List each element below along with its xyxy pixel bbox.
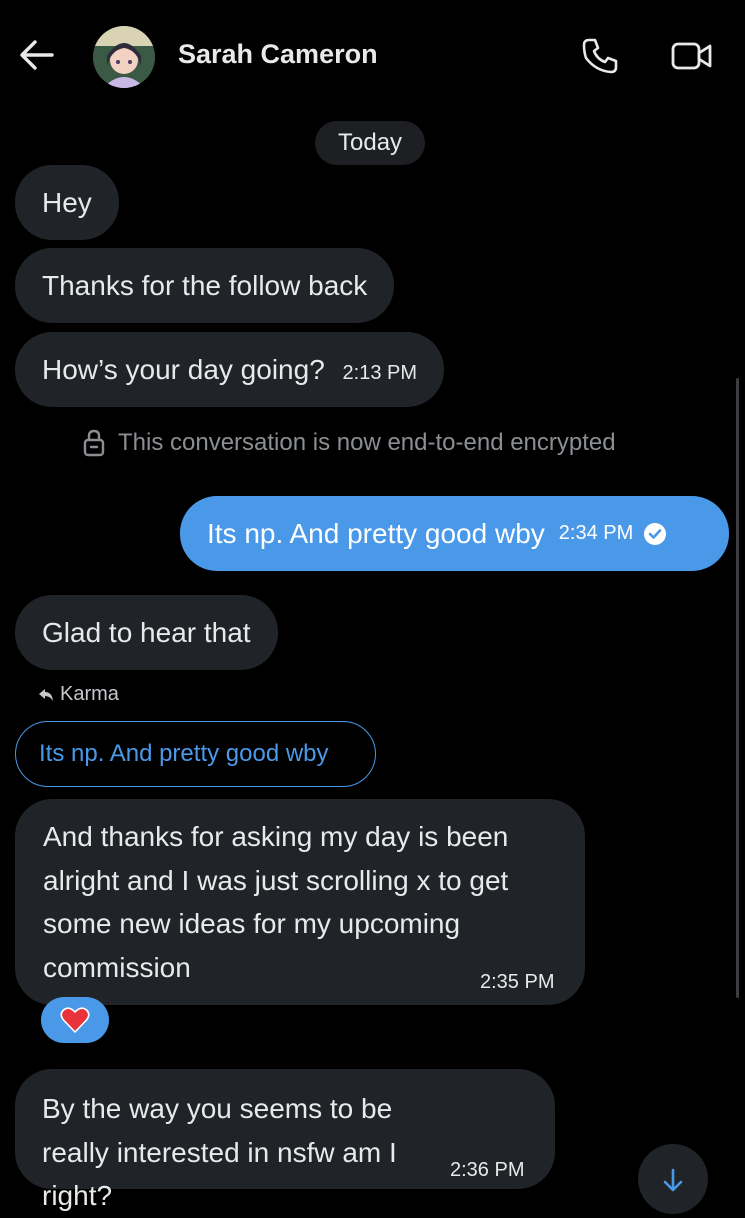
message-bubble-incoming[interactable]: And thanks for asking my day is been alr… <box>15 799 585 1005</box>
avatar-image <box>93 26 155 88</box>
reply-arrow-icon <box>39 688 53 701</box>
encryption-notice-text: This conversation is now end-to-end encr… <box>118 429 616 456</box>
call-button[interactable] <box>580 36 620 76</box>
reply-label: Karma <box>38 683 119 706</box>
message-time: 2:36 PM <box>450 1159 525 1181</box>
contact-name[interactable]: Sarah Cameron <box>178 39 378 70</box>
check-circle-icon <box>644 522 667 545</box>
message-bubble-incoming[interactable]: Hey <box>15 165 119 240</box>
message-text: Thanks for the follow back <box>42 270 368 301</box>
reaction-badge[interactable]: ❤️ <box>41 997 109 1043</box>
arrow-left-icon <box>20 40 54 70</box>
message-text: Its np. And pretty good wby <box>207 518 545 549</box>
video-camera-icon <box>671 42 712 70</box>
message-time: 2:34 PM <box>558 522 634 544</box>
lock-icon <box>83 429 105 457</box>
message-bubble-outgoing[interactable]: Its np. And pretty good wby 2:34 PM <box>180 496 729 571</box>
scrollbar[interactable] <box>736 378 739 998</box>
message-text: Glad to hear that <box>42 617 251 648</box>
message-text: How’s your day going? <box>42 354 325 385</box>
scroll-to-bottom-button[interactable] <box>638 1144 708 1214</box>
avatar[interactable] <box>93 26 155 88</box>
message-time: 2:35 PM <box>480 971 555 993</box>
reply-label-text: Karma <box>60 683 119 705</box>
arrow-down-icon <box>663 1168 683 1192</box>
message-text: And thanks for asking my day is been alr… <box>43 821 509 983</box>
message-bubble-incoming[interactable]: By the way you seems to be really intere… <box>15 1069 555 1211</box>
message-text: By the way you seems to be really intere… <box>42 1093 397 1211</box>
quoted-message[interactable]: Its np. And pretty good wby <box>15 721 376 787</box>
date-separator: Today <box>315 121 426 165</box>
message-text: Hey <box>42 187 92 218</box>
message-bubble-incoming[interactable]: Thanks for the follow back <box>15 248 395 323</box>
message-time: 2:13 PM <box>342 362 418 384</box>
back-button[interactable] <box>18 36 56 74</box>
heart-icon <box>60 1007 90 1034</box>
message-bubble-incoming[interactable]: How’s your day going? 2:13 PM <box>15 332 445 407</box>
encryption-notice: This conversation is now end-to-end encr… <box>82 429 616 457</box>
phone-icon <box>582 38 618 74</box>
message-bubble-incoming[interactable]: Glad to hear that <box>15 595 278 670</box>
video-call-button[interactable] <box>670 38 714 74</box>
